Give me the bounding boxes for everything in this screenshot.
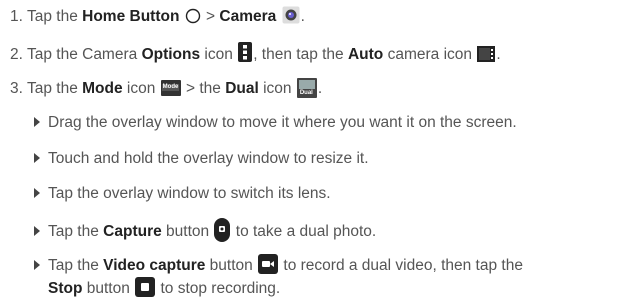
bullet-triangle-icon [34, 153, 40, 163]
step-text: icon [200, 46, 238, 63]
options-label: Options [141, 46, 201, 63]
bullet-5: Tap the Video capture button to record a… [34, 254, 523, 274]
step-text: Tap the [26, 80, 83, 97]
bullet-text: button [161, 223, 214, 240]
step-text: icon [122, 80, 160, 97]
dual-label: Dual [225, 80, 259, 97]
step-text: . [300, 8, 305, 25]
step-number: 2. [10, 46, 23, 63]
bullet-text: button [205, 257, 258, 274]
home-button-label: Home Button [82, 8, 180, 25]
auto-camera-icon [477, 46, 496, 68]
bullet-text: button [82, 280, 135, 297]
mode-icon-text: Mode [161, 84, 180, 91]
bullet-text: Tap the [48, 257, 104, 274]
step-text: camera icon [383, 46, 477, 63]
video-capture-label: Video capture [103, 257, 206, 274]
capture-button-icon [214, 218, 231, 248]
step-2: 2. Tap the Camera Options icon , then ta… [10, 42, 501, 63]
step-text: Tap the [26, 8, 83, 25]
step-text: > the [181, 80, 226, 97]
step-text: > [201, 8, 220, 25]
step-text: Tap the Camera [26, 46, 142, 63]
dual-icon-text: Dual [299, 90, 313, 96]
bullet-triangle-icon [34, 226, 40, 236]
stop-button-icon [135, 277, 156, 303]
step-text: icon [258, 80, 296, 97]
bullet-text: to record a dual video, then tap the [279, 257, 523, 274]
step-text: , then tap the [253, 46, 348, 63]
bullet-text: Drag the overlay window to move it where… [48, 114, 517, 131]
dual-icon-preview [298, 80, 315, 89]
camera-label: Camera [219, 8, 277, 25]
step-number: 1. [10, 8, 23, 25]
bullet-2: Touch and hold the overlay window to res… [34, 149, 369, 169]
bullet-text: Touch and hold the overlay window to res… [48, 150, 369, 167]
mode-icon: Mode [160, 80, 181, 96]
dual-icon: Dual [296, 78, 317, 98]
step-number: 3. [10, 80, 23, 97]
camera-app-icon [282, 6, 300, 30]
home-button-icon [185, 8, 201, 30]
bullet-5-continued: Stop button to stop recording. [48, 277, 280, 297]
options-menu-icon [238, 42, 253, 68]
stop-label: Stop [48, 280, 83, 297]
step-1: 1. Tap the Home Button > Camera . [10, 6, 305, 26]
bullet-text: to stop recording. [156, 280, 281, 297]
step-text: . [496, 46, 501, 63]
bullet-1: Drag the overlay window to move it where… [34, 113, 517, 133]
mode-label: Mode [82, 80, 123, 97]
step-3: 3. Tap the Mode icon Mode > the Dual ico… [10, 78, 322, 98]
capture-label: Capture [103, 223, 162, 240]
bullet-text: Tap the overlay window to switch its len… [48, 185, 331, 202]
bullet-3: Tap the overlay window to switch its len… [34, 184, 331, 204]
bullet-triangle-icon [34, 117, 40, 127]
bullet-text: Tap the [48, 223, 104, 240]
bullet-4: Tap the Capture button to take a dual ph… [34, 218, 377, 242]
bullet-triangle-icon [34, 260, 40, 270]
step-text: . [317, 80, 323, 97]
auto-label: Auto [347, 46, 384, 63]
bullet-triangle-icon [34, 188, 40, 198]
bullet-text: to take a dual photo. [231, 223, 377, 240]
